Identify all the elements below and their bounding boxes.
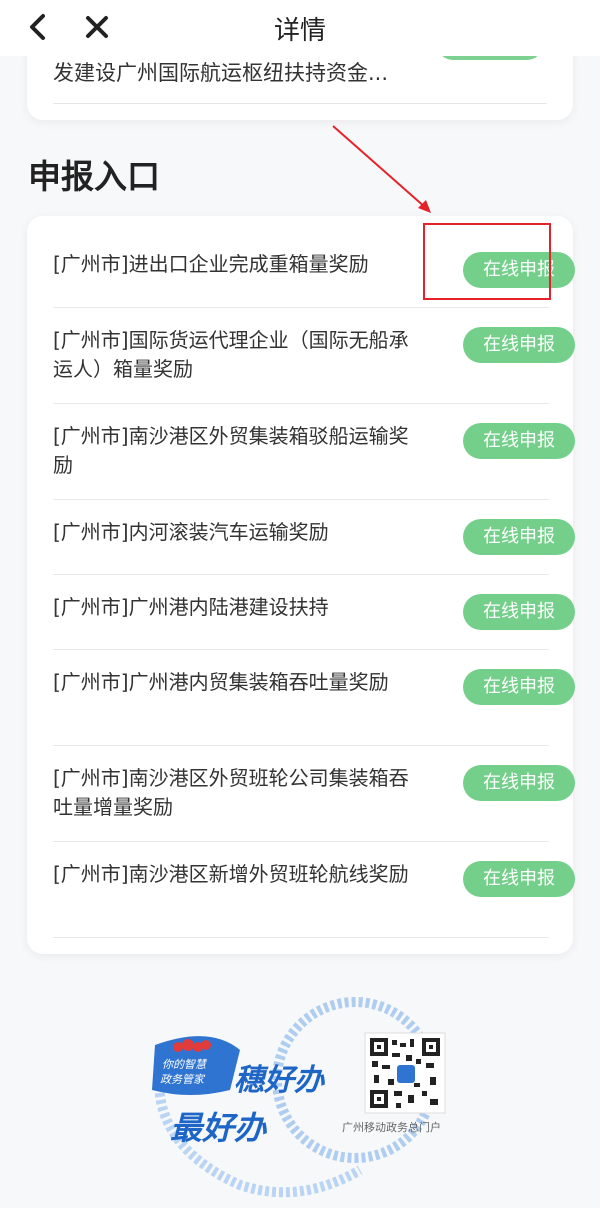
online-apply-button[interactable]: 在线申报 [463,423,575,459]
page-title: 详情 [273,16,326,46]
promo-slogan: 政务管家 [160,1073,204,1086]
list-item-label: [广州市]内河滚装汽车运输奖励 [53,520,329,544]
section-title: 申报入口 [28,157,160,196]
list-item: [广州市]内河滚装汽车运输奖励 在线申报 [53,500,575,575]
list-item-label: [广州市]广州港内陆港建设扶持 [53,595,329,619]
list-item-label: [广州市]进出口企业完成重箱量奖励 [53,252,369,276]
qr-caption: 广州移动政务总门户 [342,1121,441,1134]
promo-slogan: 你的智慧 [162,1058,206,1071]
list-item: [广州市]南沙港区外贸班轮公司集装箱吞吐量增量奖励 在线申报 [53,746,575,842]
promo-banner: 你的智慧 政务管家 穗好办 最好办 广州移动政务总门户 [130,995,470,1200]
online-apply-button[interactable]: 在线申报 [463,594,575,630]
promo-brand: 穗好办 [234,1063,324,1098]
divider [53,103,547,104]
online-apply-button[interactable]: 在线申报 [463,327,575,363]
list-item: [广州市]广州港内贸集装箱吞吐量奖励 在线申报 [53,650,575,746]
list-item-label: 发建设广州国际航运枢纽扶持资金... [53,61,389,85]
list-item-label: [广州市]南沙港区外贸班轮公司集装箱吞吐量增量奖励 [53,766,409,819]
list-item: [广州市]南沙港区新增外贸班轮航线奖励 在线申报 [53,842,575,938]
list-item-label: [广州市]国际货运代理企业（国际无船承运人）箱量奖励 [53,328,409,381]
online-apply-button[interactable]: 在线申报 [463,861,575,897]
list-item-label: [广州市]南沙港区新增外贸班轮航线奖励 [53,862,409,886]
list-item: [广州市]南沙港区外贸集装箱驳船运输奖励 在线申报 [53,404,575,500]
top-nav-bar: 详情 [0,0,600,56]
divider [53,937,549,938]
online-apply-button[interactable]: 在线申报 [463,765,575,801]
promo-brand: 最好办 [170,1109,267,1147]
list-item-label: [广州市]南沙港区外贸集装箱驳船运输奖励 [53,424,409,477]
list-item: [广州市]国际货运代理企业（国际无船承运人）箱量奖励 在线申报 [53,308,575,404]
online-apply-button[interactable]: 在线申报 [463,519,575,555]
apply-entry-card: [广州市]进出口企业完成重箱量奖励 在线申报 [广州市]国际货运代理企业（国际无… [27,216,575,954]
list-item-label: [广州市]广州港内贸集装箱吞吐量奖励 [53,670,389,694]
list-item: [广州市]广州港内陆港建设扶持 在线申报 [53,575,575,650]
annotation-highlight-box [423,223,551,300]
online-apply-button[interactable]: 在线申报 [463,669,575,705]
